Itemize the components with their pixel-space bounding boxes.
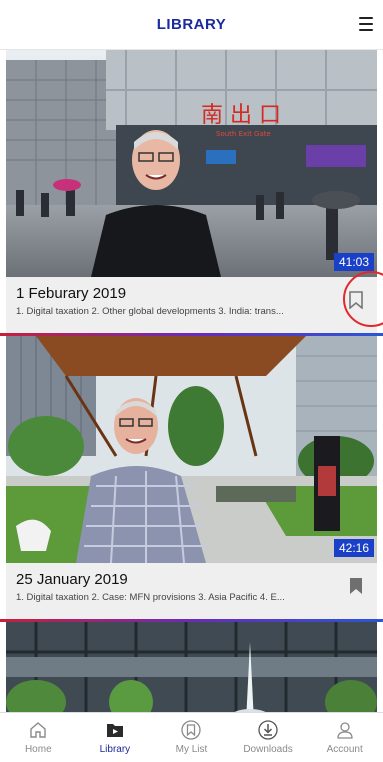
tab-downloads[interactable]: Downloads	[230, 713, 307, 762]
episode-description: 1. Digital taxation 2. Case: MFN provisi…	[16, 592, 285, 603]
tab-label: My List	[175, 744, 208, 755]
episode-card[interactable]: 42:16 25 January 2019 1. Digital taxatio…	[0, 336, 383, 619]
duration-badge: 42:16	[333, 539, 374, 557]
bookmark-filled-icon[interactable]	[349, 577, 363, 595]
station-scene-image: 南 出 口 South Exit Gate	[6, 50, 377, 277]
tab-library[interactable]: Library	[77, 713, 154, 762]
station-sign: 南 出 口	[201, 103, 281, 128]
episode-info[interactable]: 25 January 2019 1. Digital taxation 2. C…	[6, 563, 377, 619]
episode-card[interactable]: 南 出 口 South Exit Gate 41:03 1 Feburary 2…	[0, 50, 383, 333]
episode-card[interactable]	[0, 622, 383, 712]
home-icon	[27, 719, 49, 741]
tab-account[interactable]: Account	[306, 713, 383, 762]
episode-description: 1. Digital taxation 2. Other global deve…	[16, 306, 284, 317]
episode-date: 25 January 2019	[16, 571, 128, 588]
tab-label: Home	[24, 744, 52, 755]
download-icon	[257, 719, 279, 741]
episode-thumbnail[interactable]	[6, 622, 377, 712]
episode-thumbnail[interactable]: 42:16	[6, 336, 377, 563]
app-header: LIBRARY	[0, 0, 383, 50]
episode-info[interactable]: 1 Feburary 2019 1. Digital taxation 2. O…	[6, 271, 383, 333]
tab-my-list[interactable]: My List	[153, 713, 230, 762]
tab-label: Account	[326, 744, 363, 755]
page-title: LIBRARY	[156, 16, 227, 33]
tab-label: Downloads	[243, 744, 293, 755]
tab-label: Library	[99, 744, 131, 755]
tab-home[interactable]: Home	[0, 713, 77, 762]
duration-badge: 41:03	[333, 253, 374, 271]
episode-date: 1 Feburary 2019	[16, 285, 127, 302]
episode-thumbnail[interactable]: 南 出 口 South Exit Gate 41:03	[6, 50, 377, 277]
episode-list[interactable]: 南 出 口 South Exit Gate 41:03 1 Feburary 2…	[0, 50, 383, 712]
bookmark-list-icon	[180, 719, 202, 741]
hamburger-menu-icon[interactable]	[359, 17, 375, 31]
plaza-scene-image	[6, 336, 377, 563]
user-icon	[334, 719, 356, 741]
bottom-tab-bar: Home Library My List Downloads Account	[0, 712, 383, 762]
station-sub-sign: South Exit Gate	[216, 130, 271, 138]
fountain-scene-image	[6, 622, 377, 712]
highlight-circle	[343, 271, 383, 327]
folder-icon	[104, 719, 126, 741]
library-screen: LIBRARY 南 出 口 South Exit Gate 41:03 1 Fe…	[0, 0, 383, 762]
